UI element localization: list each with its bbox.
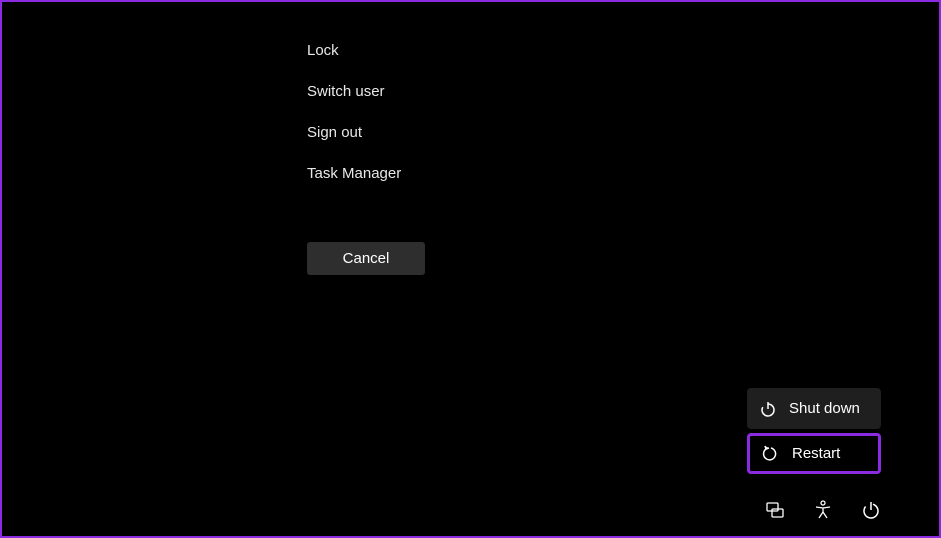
restart-label: Restart xyxy=(792,445,840,462)
restart-icon xyxy=(762,445,780,463)
accessibility-icon[interactable] xyxy=(813,500,833,520)
power-icon xyxy=(759,400,777,418)
shut-down-option[interactable]: Shut down xyxy=(747,388,881,429)
restart-option[interactable]: Restart xyxy=(747,433,881,474)
power-menu: Shut down Restart xyxy=(747,388,881,478)
sign-out-option[interactable]: Sign out xyxy=(307,112,425,153)
security-options-list: Lock Switch user Sign out Task Manager C… xyxy=(307,30,425,275)
power-button-icon[interactable] xyxy=(861,500,881,520)
task-manager-option[interactable]: Task Manager xyxy=(307,153,425,194)
lock-option[interactable]: Lock xyxy=(307,30,425,71)
shut-down-label: Shut down xyxy=(789,400,860,417)
network-icon[interactable] xyxy=(765,500,785,520)
bottom-icon-bar xyxy=(765,500,881,520)
switch-user-option[interactable]: Switch user xyxy=(307,71,425,112)
cancel-button[interactable]: Cancel xyxy=(307,242,425,275)
